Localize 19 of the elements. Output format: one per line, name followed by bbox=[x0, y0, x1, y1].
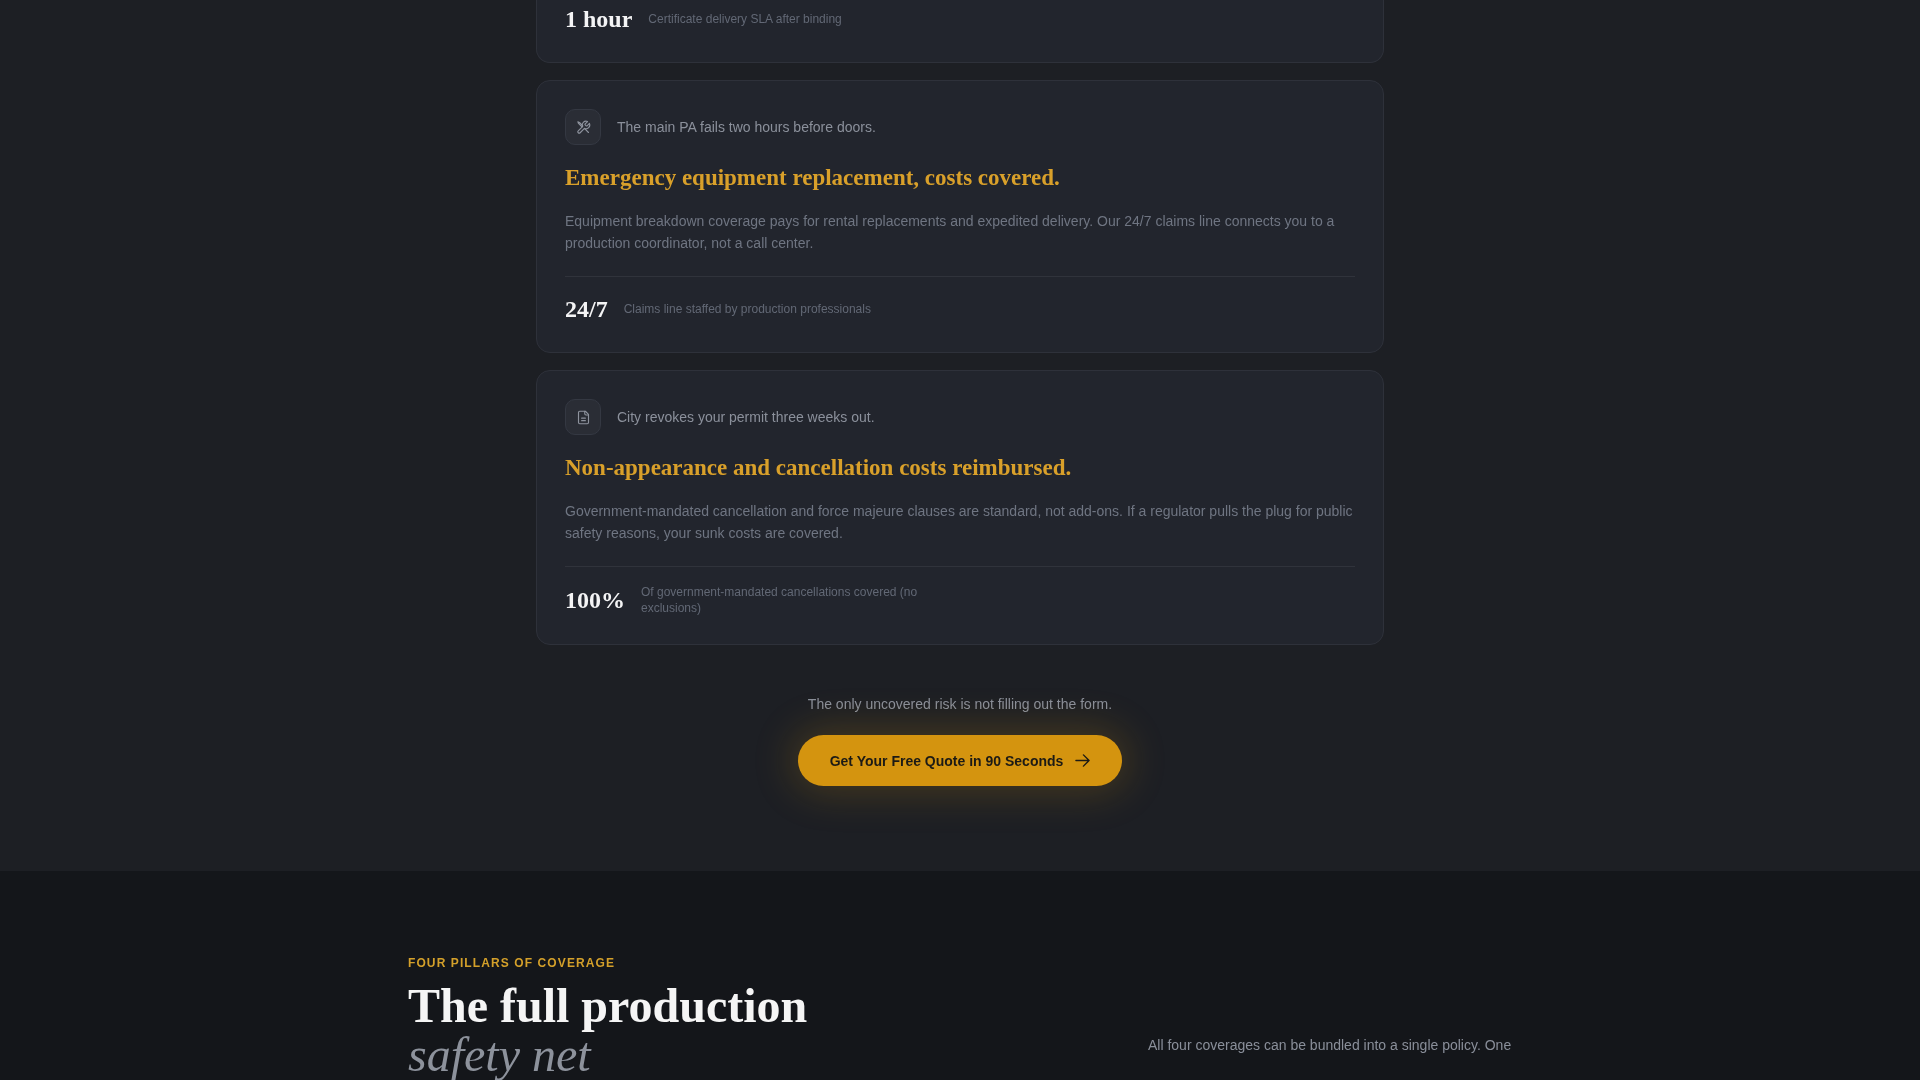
stat-label: Claims line staffed by production professionals bbox=[623, 301, 871, 317]
stat-label: Certificate delivery SLA after binding bbox=[648, 11, 842, 27]
intro-text: All four coverages can be bundled into a single policy. One bbox=[1148, 1036, 1512, 1055]
card-description: Equipment breakdown coverage pays for rental replacements and expedited delivery. Our 24/7 claims line connects you to a production coordinator, not a call center. bbox=[565, 212, 1336, 253]
quote-button[interactable]: Get Your Free Quote in 90 Seconds bbox=[797, 735, 1123, 786]
scenario-text: The main PA fails two hours before doors. bbox=[617, 118, 876, 137]
scenario-text: City revokes your permit three weeks out. bbox=[617, 408, 875, 427]
arrow-right-icon bbox=[1075, 753, 1091, 768]
card-heading: Emergency equipment replacement, costs covered. bbox=[565, 164, 1061, 192]
tools-icon bbox=[565, 109, 601, 145]
section-eyebrow: FOUR PILLARS OF COVERAGE bbox=[408, 955, 616, 971]
stat-value: 24/7 bbox=[565, 295, 608, 324]
stat-value: 1 hour bbox=[565, 5, 633, 34]
stat-label: Of government-mandated cancellations covered (no exclusions) bbox=[641, 584, 919, 616]
document-icon bbox=[565, 399, 601, 435]
cta-tagline: The only uncovered risk is not filling out the form. bbox=[807, 695, 1113, 714]
card-heading: Non-appearance and cancellation costs reimbursed. bbox=[565, 454, 1073, 482]
card-description: Government-mandated cancellation and force majeure clauses are standard, not add-ons. If a regulator pulls the plug for public safety reasons, your sunk costs are covered. bbox=[565, 502, 1354, 543]
stat-value: 100% bbox=[565, 586, 625, 615]
